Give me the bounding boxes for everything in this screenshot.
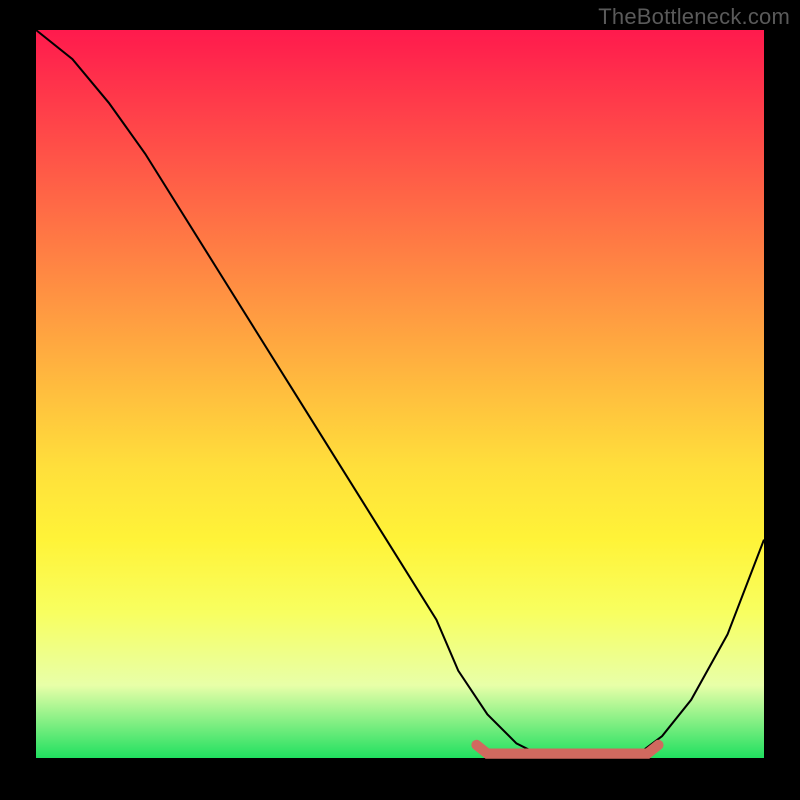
bottleneck-curve-line bbox=[36, 30, 764, 758]
chart-svg bbox=[36, 30, 764, 758]
flat-region-highlight bbox=[476, 745, 658, 754]
watermark-text: TheBottleneck.com bbox=[598, 4, 790, 30]
chart-plot-area bbox=[36, 30, 764, 758]
